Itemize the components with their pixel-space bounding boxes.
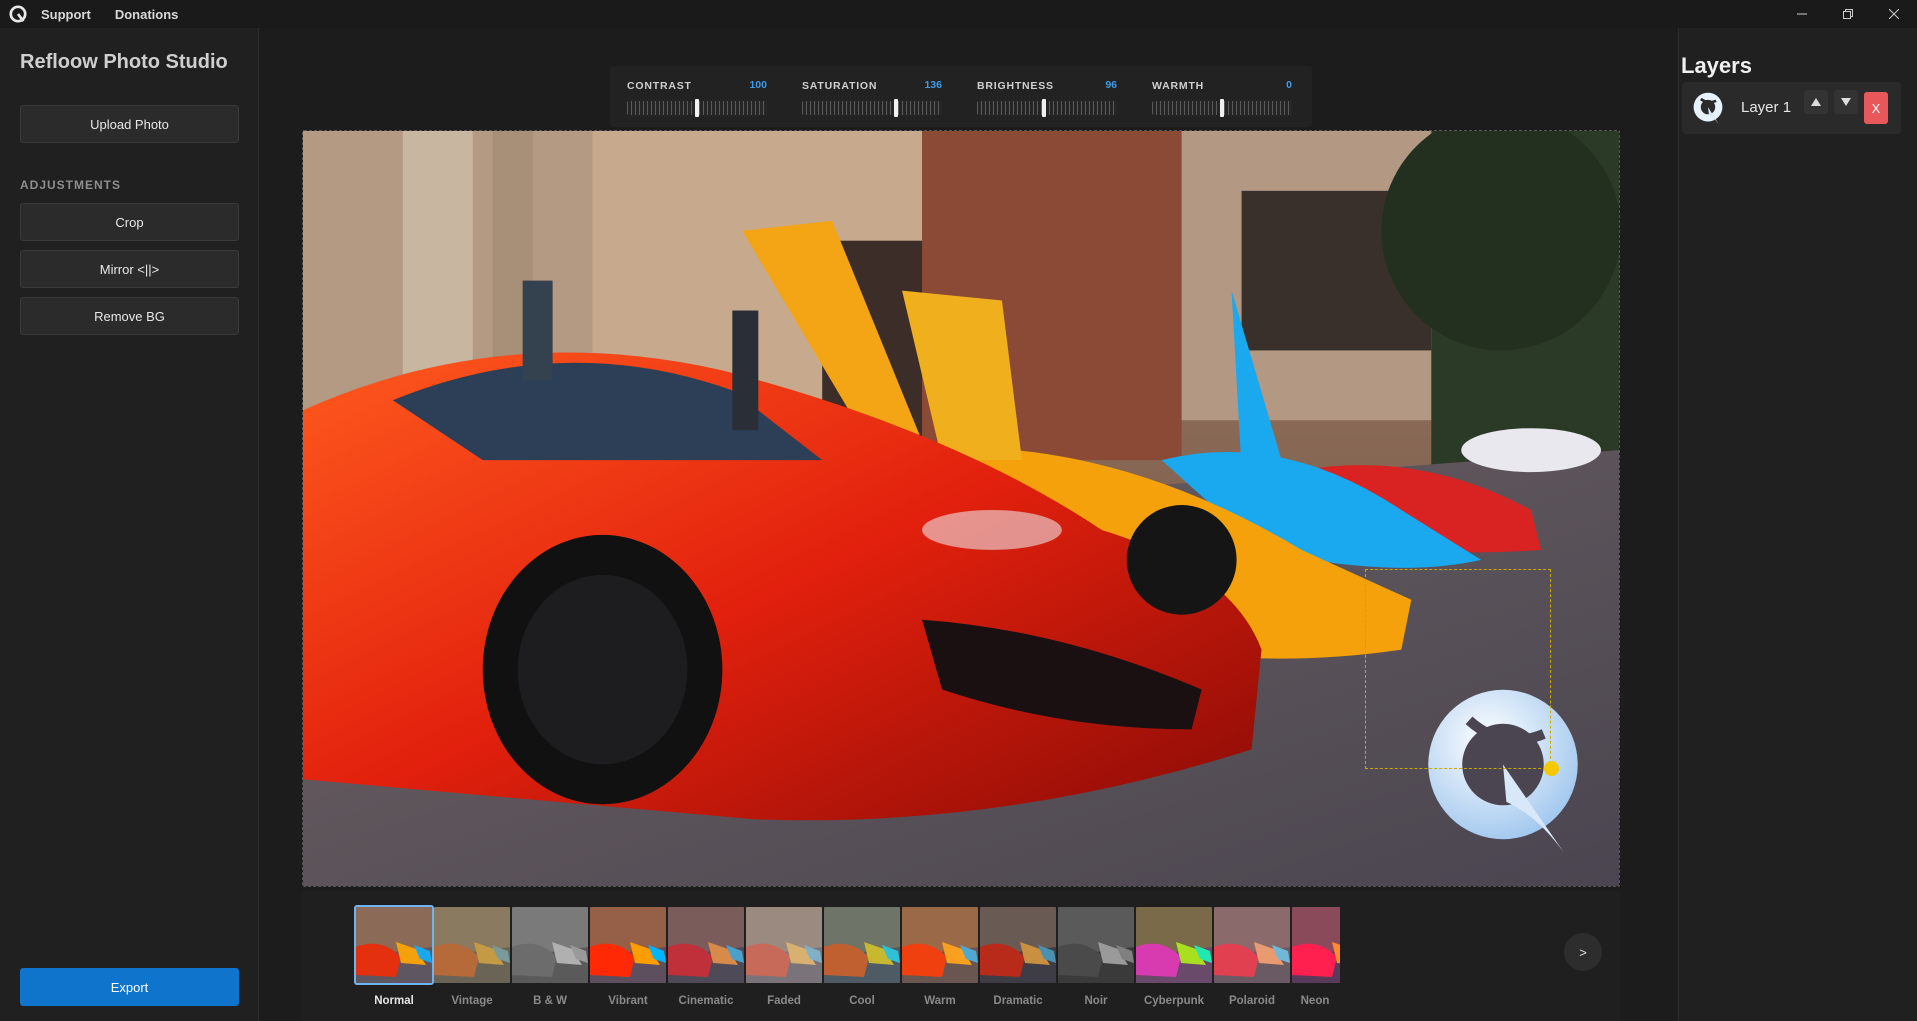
layer-delete-button[interactable]: X bbox=[1864, 92, 1888, 124]
saturation-slider[interactable]: SATURATION 136 bbox=[802, 66, 942, 127]
brightness-value: 96 bbox=[1105, 79, 1117, 91]
window-controls bbox=[1779, 0, 1917, 28]
filter-label: Faded bbox=[767, 995, 801, 1007]
filter-thumb bbox=[900, 905, 980, 985]
saturation-thumb[interactable] bbox=[894, 99, 899, 117]
filters-next-button[interactable]: > bbox=[1564, 933, 1602, 971]
filter-vibrant[interactable]: Vibrant bbox=[588, 905, 668, 1007]
brightness-thumb[interactable] bbox=[1042, 99, 1047, 117]
contrast-label: CONTRAST bbox=[627, 80, 692, 92]
filter-strip: Normal Vintage B & W Vibrant Cinematic F… bbox=[302, 891, 1620, 1021]
filter-label: Noir bbox=[1084, 995, 1108, 1007]
filter-cinematic[interactable]: Cinematic bbox=[666, 905, 746, 1007]
layers-panel: Layers Layer 1 X bbox=[1678, 28, 1917, 1021]
filter-warm[interactable]: Warm bbox=[900, 905, 980, 1007]
layer-move-down-button[interactable] bbox=[1834, 90, 1858, 114]
filter-thumb bbox=[666, 905, 746, 985]
layer-selection-box[interactable] bbox=[1365, 569, 1551, 769]
layer-item[interactable]: Layer 1 X bbox=[1682, 82, 1901, 134]
menu-donations[interactable]: Donations bbox=[115, 7, 179, 22]
contrast-thumb[interactable] bbox=[695, 99, 699, 117]
contrast-slider[interactable]: CONTRAST 100 bbox=[627, 66, 767, 127]
app-title: Refloow Photo Studio bbox=[20, 51, 228, 73]
filter-normal[interactable]: Normal bbox=[354, 905, 434, 1007]
crop-button[interactable]: Crop bbox=[20, 203, 239, 241]
saturation-track[interactable] bbox=[802, 101, 942, 115]
brightness-label: BRIGHTNESS bbox=[977, 80, 1054, 92]
adjustment-sliders: CONTRAST 100 SATURATION 136 BRIGHTNESS 9… bbox=[610, 66, 1312, 127]
layers-title: Layers bbox=[1681, 53, 1752, 78]
filter-label: Cool bbox=[849, 995, 875, 1007]
filter-label: Vibrant bbox=[608, 995, 648, 1007]
layer-move-up-button[interactable] bbox=[1804, 90, 1828, 114]
filter-label: B & W bbox=[533, 995, 567, 1007]
saturation-label: SATURATION bbox=[802, 80, 878, 92]
layer-name: Layer 1 bbox=[1741, 99, 1792, 116]
saturation-value: 136 bbox=[924, 79, 942, 91]
filter-label: Vintage bbox=[451, 995, 493, 1007]
export-button[interactable]: Export bbox=[20, 968, 239, 1006]
filter-neon[interactable]: Neon bbox=[1290, 905, 1340, 1007]
filter-cool[interactable]: Cool bbox=[822, 905, 902, 1007]
filter-thumb bbox=[822, 905, 902, 985]
title-bar: Support Donations bbox=[0, 0, 1917, 28]
remove-bg-button[interactable]: Remove BG bbox=[20, 297, 239, 335]
filter-thumb bbox=[588, 905, 668, 985]
layer-thumbnail-icon bbox=[1693, 92, 1723, 125]
filter-noir[interactable]: Noir bbox=[1056, 905, 1136, 1007]
filter-faded[interactable]: Faded bbox=[744, 905, 824, 1007]
tools-sidebar: Refloow Photo Studio Upload Photo ADJUST… bbox=[0, 28, 259, 1021]
warmth-label: WARMTH bbox=[1152, 80, 1205, 92]
upload-photo-button[interactable]: Upload Photo bbox=[20, 105, 239, 143]
filter-thumb bbox=[978, 905, 1058, 985]
filter-label: Cyberpunk bbox=[1143, 995, 1205, 1007]
brightness-slider[interactable]: BRIGHTNESS 96 bbox=[977, 66, 1117, 127]
arrow-up-icon bbox=[1811, 98, 1821, 106]
filter-label: Polaroid bbox=[1228, 995, 1275, 1007]
warmth-slider[interactable]: WARMTH 0 bbox=[1152, 66, 1292, 127]
filter-thumb bbox=[510, 905, 590, 985]
filter-label: Cinematic bbox=[678, 995, 734, 1007]
filter-label: Normal bbox=[374, 995, 414, 1007]
minimize-icon[interactable] bbox=[1779, 0, 1825, 28]
filter-thumb bbox=[354, 905, 434, 985]
adjustments-heading: ADJUSTMENTS bbox=[20, 178, 122, 192]
filter-cyberpunk[interactable]: Cyberpunk bbox=[1134, 905, 1214, 1007]
warmth-value: 0 bbox=[1286, 79, 1292, 91]
mirror-button[interactable]: Mirror <||> bbox=[20, 250, 239, 288]
editor-area: CONTRAST 100 SATURATION 136 BRIGHTNESS 9… bbox=[260, 28, 1677, 1021]
filter-vintage[interactable]: Vintage bbox=[432, 905, 512, 1007]
warmth-thumb[interactable] bbox=[1220, 99, 1224, 117]
filter-polaroid[interactable]: Polaroid bbox=[1212, 905, 1292, 1007]
photo-canvas[interactable] bbox=[302, 130, 1620, 887]
app-logo-icon bbox=[9, 5, 27, 23]
filter-thumb bbox=[1056, 905, 1136, 985]
filter-bw[interactable]: B & W bbox=[510, 905, 590, 1007]
brightness-track[interactable] bbox=[977, 101, 1117, 115]
contrast-value: 100 bbox=[749, 79, 767, 91]
filter-thumb bbox=[1290, 905, 1340, 985]
filter-thumb bbox=[1212, 905, 1292, 985]
filter-thumb bbox=[744, 905, 824, 985]
close-icon[interactable] bbox=[1871, 0, 1917, 28]
filter-label: Dramatic bbox=[993, 995, 1043, 1007]
filter-label: Warm bbox=[924, 995, 956, 1007]
arrow-down-icon bbox=[1841, 98, 1851, 106]
menu-support[interactable]: Support bbox=[41, 7, 91, 22]
filter-dramatic[interactable]: Dramatic bbox=[978, 905, 1058, 1007]
filter-thumb bbox=[1134, 905, 1214, 985]
filter-thumb bbox=[432, 905, 512, 985]
resize-handle[interactable] bbox=[1544, 761, 1559, 776]
filter-label: Neon bbox=[1300, 995, 1330, 1007]
restore-icon[interactable] bbox=[1825, 0, 1871, 28]
